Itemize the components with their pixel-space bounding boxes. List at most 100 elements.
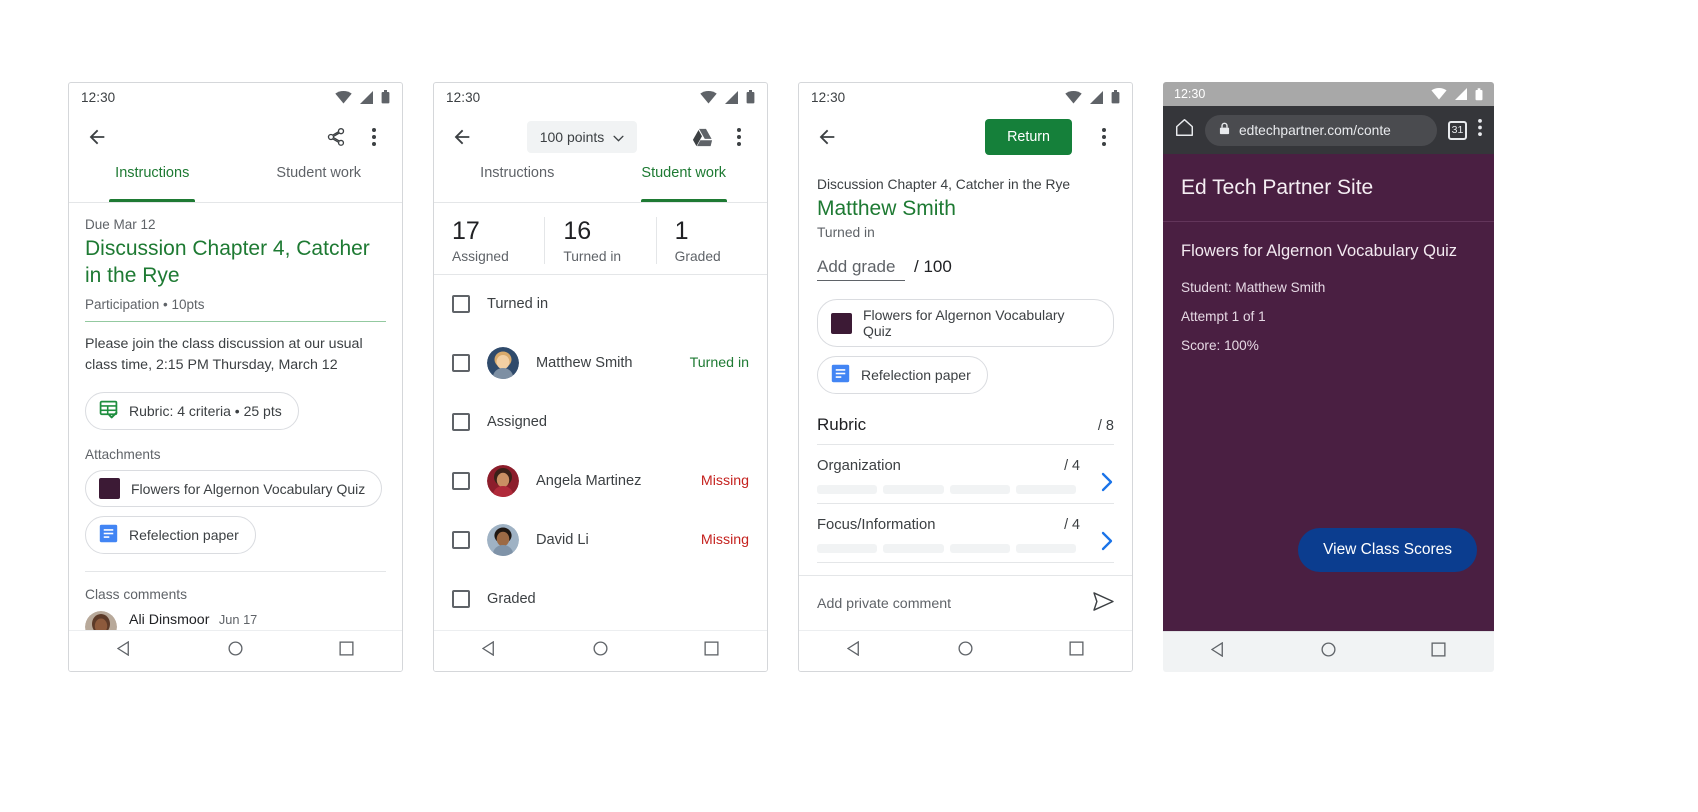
tab-instructions-label: Instructions [480,165,555,181]
wifi-icon [1431,88,1447,100]
stat-turned-in-label: Turned in [563,248,622,264]
nav-back-icon[interactable] [846,640,862,661]
tab-count-button[interactable]: 31 [1448,120,1467,140]
criterion-name: Organization [817,458,901,474]
tab-instructions[interactable]: Instructions [434,163,601,202]
result-attempt: Attempt 1 of 1 [1181,309,1266,324]
back-button[interactable] [813,123,841,151]
tab-bar: Instructions Student work [69,163,402,203]
status-clock: 12:30 [446,89,481,105]
back-button[interactable] [448,123,476,151]
cell-signal-icon [1455,88,1467,100]
assignment-name: Discussion Chapter 4, Catcher in the Rye [817,177,1071,192]
student-name: Angela Martinez [536,473,642,490]
class-comments-label: Class comments [85,587,187,603]
stat-assigned-value: 17 [452,217,480,245]
nav-back-icon[interactable] [116,640,132,661]
group-checkbox[interactable] [452,590,470,609]
nav-back-icon[interactable] [1210,641,1226,662]
stat-graded: 1 Graded [655,217,767,264]
lock-icon [1219,122,1230,138]
chevron-down-icon [613,129,624,145]
grade-input[interactable]: Add grade [817,257,905,281]
points-selector[interactable]: 100 points [526,121,638,153]
nav-home-icon[interactable] [593,641,608,661]
attachment-chip-doc[interactable]: Refelection paper [817,356,988,394]
criterion-level-bars [817,544,1076,553]
avatar [487,347,519,380]
grade-entry: Add grade / 100 [817,257,1114,281]
private-comment-bar: Add private comment [799,575,1132,631]
nav-home-icon[interactable] [1321,642,1336,662]
grade-total: / 100 [914,257,952,276]
avatar [487,524,519,557]
result-student: Student: Matthew Smith [1181,280,1326,295]
back-button[interactable] [83,123,111,151]
cell-signal-icon [725,90,738,104]
student-checkbox[interactable] [452,354,470,373]
points-label: 100 points [539,129,605,145]
comment-author: Ali Dinsmoor [129,612,210,629]
title-divider [85,320,386,323]
tab-student-work[interactable]: Student work [601,163,768,202]
url-bar[interactable]: edtechpartner.com/conte [1205,114,1437,146]
system-nav-bar [799,630,1132,671]
attachment-chip-quiz[interactable]: Flowers for Algernon Vocabulary Quiz [817,299,1114,347]
more-options-button[interactable] [725,123,753,151]
stat-assigned: 17 Assigned [434,217,544,264]
view-class-scores-button[interactable]: View Class Scores [1298,528,1477,572]
student-checkbox[interactable] [452,472,470,491]
return-button[interactable]: Return [985,119,1072,155]
send-icon[interactable] [1093,591,1114,616]
chevron-right-icon[interactable] [1100,531,1114,556]
list-item[interactable]: Matthew Smith Turned in [434,334,767,393]
nav-home-icon[interactable] [958,641,973,661]
more-options-button[interactable] [1090,123,1118,151]
share-button[interactable] [322,123,350,151]
more-options-button[interactable] [360,123,388,151]
grading-body: Discussion Chapter 4, Catcher in the Rye… [799,163,1132,563]
nav-recents-icon[interactable] [1431,642,1446,662]
group-checkbox[interactable] [452,413,470,432]
phone-panel-assignment-instructions: 12:30 Instructions Student work Due Mar … [68,82,403,672]
group-checkbox[interactable] [452,295,470,314]
list-item[interactable]: David Li Missing [434,511,767,570]
phone-panel-browser: 12:30 edtechpartner.com/conte 31 Ed Tech… [1163,82,1494,672]
tab-student-work-label: Student work [276,165,362,181]
nav-recents-icon[interactable] [704,641,719,661]
battery-icon [746,90,755,104]
quiz-thumbnail-icon [99,478,120,500]
rubric-title: Rubric [817,415,867,434]
list-item[interactable]: Angela Martinez Missing [434,452,767,511]
student-name: Matthew Smith [536,355,633,372]
browser-menu-button[interactable] [1478,119,1482,141]
nav-recents-icon[interactable] [339,641,354,661]
nav-recents-icon[interactable] [1069,641,1084,661]
tab-instructions[interactable]: Instructions [69,163,236,202]
nav-back-icon[interactable] [481,640,497,661]
attachment-chip-quiz[interactable]: Flowers for Algernon Vocabulary Quiz [85,470,383,508]
home-icon[interactable] [1175,118,1194,142]
stat-graded-value: 1 [674,217,689,245]
work-summary-stats: 17 Assigned 16 Turned in 1 Graded [434,203,767,275]
rubric-criterion[interactable]: Organization / 4 [817,445,1114,504]
criterion-points: / 4 [1064,458,1080,474]
student-work-list: Turned in Matthew Smith Turned in Assign… [434,275,767,629]
student-checkbox[interactable] [452,531,470,550]
status-bar: 12:30 [434,83,767,111]
rubric-chip[interactable]: Rubric: 4 criteria • 25 pts [85,392,299,431]
chevron-right-icon[interactable] [1100,472,1114,497]
rubric-criterion[interactable]: Focus/Information / 4 [817,504,1114,563]
attachment-chip-doc[interactable]: Refelection paper [85,516,256,555]
stat-assigned-label: Assigned [452,248,509,264]
google-drive-button[interactable] [688,123,716,151]
tab-student-work[interactable]: Student work [236,163,403,202]
criterion-points: / 4 [1064,517,1080,533]
battery-icon [1475,87,1483,100]
assignment-description: Please join the class discussion at our … [85,336,363,373]
stat-turned-in: 16 Turned in [544,217,655,264]
attachment-doc-label: Refelection paper [129,527,239,544]
private-comment-input[interactable]: Add private comment [817,596,1093,612]
nav-home-icon[interactable] [228,641,243,661]
wifi-icon [700,90,717,103]
